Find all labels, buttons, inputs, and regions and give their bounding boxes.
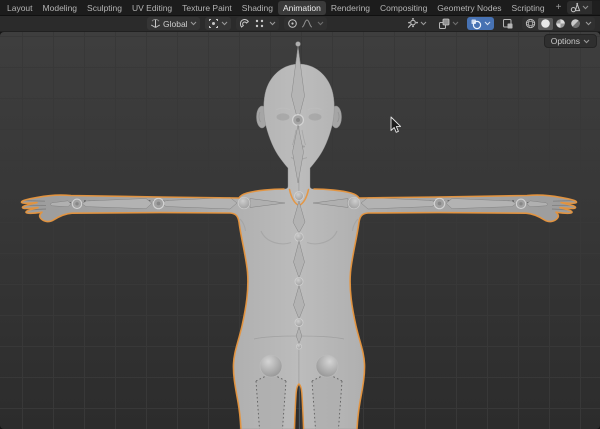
snap-toggle-button[interactable] bbox=[237, 18, 252, 30]
snap-group bbox=[236, 17, 279, 30]
tab-scripting[interactable]: Scripting bbox=[507, 1, 550, 15]
viewport-header: Global bbox=[0, 16, 600, 32]
transform-orientation-value: Global bbox=[163, 19, 188, 29]
3d-viewport[interactable]: Options bbox=[0, 32, 600, 429]
tab-animation[interactable]: Animation bbox=[278, 1, 326, 15]
chevron-down-icon bbox=[583, 39, 590, 44]
shading-material-button[interactable] bbox=[553, 18, 568, 30]
add-workspace-button[interactable]: + bbox=[550, 1, 568, 15]
mouse-cursor bbox=[391, 117, 401, 132]
visibility-icon bbox=[438, 18, 450, 30]
axes-icon bbox=[150, 18, 161, 29]
xray-icon bbox=[502, 18, 514, 30]
tab-layout[interactable]: Layout bbox=[2, 1, 38, 15]
show-overlays-toggle[interactable] bbox=[467, 17, 494, 30]
display-controls bbox=[403, 17, 595, 30]
toggle-xray-button[interactable] bbox=[499, 17, 517, 30]
tab-compositing[interactable]: Compositing bbox=[375, 1, 432, 15]
options-label: Options bbox=[551, 36, 580, 46]
chevron-down-icon bbox=[420, 21, 427, 26]
proportional-editing-toggle[interactable] bbox=[285, 18, 300, 30]
tab-sculpting[interactable]: Sculpting bbox=[82, 1, 127, 15]
shading-wireframe-button[interactable] bbox=[523, 18, 538, 30]
topbar: Layout Modeling Sculpting UV Editing Tex… bbox=[0, 0, 600, 16]
tab-uv-editing[interactable]: UV Editing bbox=[127, 1, 177, 15]
tab-rendering[interactable]: Rendering bbox=[326, 1, 375, 15]
chevron-down-icon[interactable] bbox=[583, 21, 594, 26]
overlays-icon bbox=[470, 18, 482, 30]
proportional-circle-icon bbox=[287, 18, 298, 29]
snap-settings-button[interactable] bbox=[252, 18, 267, 30]
chevron-down-icon bbox=[452, 21, 459, 26]
scene-icon bbox=[570, 2, 581, 13]
transform-controls: Global bbox=[147, 17, 327, 30]
options-dropdown[interactable]: Options bbox=[544, 34, 597, 48]
falloff-curve-icon bbox=[301, 18, 313, 29]
tab-texture-paint[interactable]: Texture Paint bbox=[177, 1, 237, 15]
rendered-sphere-icon bbox=[570, 18, 581, 29]
object-visibility-dropdown[interactable] bbox=[435, 17, 462, 30]
wireframe-sphere-icon bbox=[525, 18, 536, 29]
shading-rendered-button[interactable] bbox=[568, 18, 583, 30]
chevron-down-icon bbox=[484, 21, 491, 26]
pivot-center-icon bbox=[208, 18, 219, 29]
proportional-group bbox=[284, 17, 327, 30]
tab-shading[interactable]: Shading bbox=[237, 1, 278, 15]
chevron-down-icon[interactable] bbox=[315, 21, 326, 26]
tab-modeling[interactable]: Modeling bbox=[38, 1, 83, 15]
scene-name-field[interactable]: Scene bbox=[592, 1, 600, 14]
scene-browse-button[interactable] bbox=[567, 1, 592, 14]
magnet-icon bbox=[239, 18, 250, 29]
character-and-armature bbox=[0, 32, 600, 429]
tab-geometry-nodes[interactable]: Geometry Nodes bbox=[432, 1, 506, 15]
material-sphere-icon bbox=[555, 18, 566, 29]
shading-mode-group bbox=[522, 17, 595, 30]
transform-orientation-dropdown[interactable]: Global bbox=[147, 17, 200, 30]
snap-grid-icon bbox=[254, 18, 265, 29]
solid-sphere-icon bbox=[540, 18, 551, 29]
shading-solid-button[interactable] bbox=[538, 18, 553, 30]
chevron-down-icon[interactable] bbox=[267, 21, 278, 26]
proportional-falloff-dropdown[interactable] bbox=[300, 18, 315, 30]
chevron-down-icon bbox=[221, 21, 228, 26]
show-gizmo-dropdown[interactable] bbox=[403, 17, 430, 30]
gizmo-icon bbox=[406, 18, 418, 30]
chevron-down-icon bbox=[582, 5, 589, 10]
pivot-point-dropdown[interactable] bbox=[205, 17, 231, 30]
chevron-down-icon bbox=[190, 21, 197, 26]
